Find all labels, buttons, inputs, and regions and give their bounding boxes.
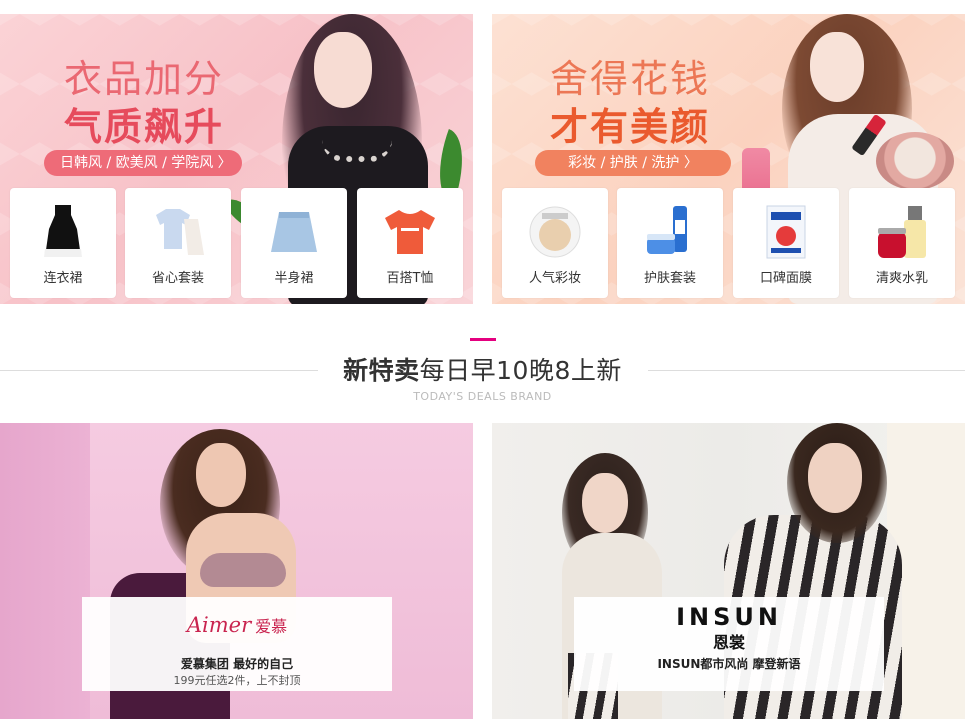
insun-logo-cn: 恩裳 bbox=[712, 633, 745, 652]
category-label: 护肤套装 bbox=[643, 271, 696, 286]
category-label: 人气彩妆 bbox=[528, 271, 581, 286]
category-label: 口碑面膜 bbox=[759, 271, 812, 286]
beauty-banner[interactable]: 舍得花钱 才有美颜 彩妆 / 护肤 / 洗护 〉 人气彩妆 护肤套装 口碑面膜 bbox=[492, 14, 965, 304]
fashion-banner[interactable]: 衣品加分 气质飙升 日韩风 / 欧美风 / 学院风 〉 连衣裙 省心套装 半身裙 bbox=[0, 14, 473, 304]
aimer-brand-card[interactable]: Aimer 爱慕 爱慕集团 最好的自己 199元任选2件，上不封顶 bbox=[82, 597, 392, 691]
category-label: 百搭T恤 bbox=[386, 271, 434, 286]
section-title: 新特卖每日早10晚8上新 bbox=[0, 351, 965, 387]
page: 衣品加分 气质飙升 日韩风 / 欧美风 / 学院风 〉 连衣裙 省心套装 半身裙 bbox=[0, 0, 965, 719]
aimer-logo-cn: 爱慕 bbox=[255, 617, 288, 636]
banner-headline: 舍得花钱 bbox=[550, 57, 711, 101]
category-card-face-mask[interactable]: 口碑面膜 bbox=[733, 188, 839, 298]
brand-promo: 199元任选2件，上不封顶 bbox=[173, 674, 301, 687]
model-face bbox=[582, 473, 628, 533]
tshirt-icon bbox=[380, 202, 440, 262]
skincare-set-icon bbox=[640, 202, 700, 262]
banner-headline-bold: 才有美颜 bbox=[550, 105, 711, 149]
brand-slogan: INSUN都市风尚 摩登新语 bbox=[657, 657, 801, 671]
aimer-logo-latin: Aimer bbox=[186, 613, 252, 637]
lotion-bottle-icon bbox=[872, 202, 932, 262]
style-links-pill[interactable]: 日韩风 / 欧美风 / 学院风 〉 bbox=[44, 150, 242, 176]
dress-icon bbox=[33, 202, 93, 262]
outfit-set-icon bbox=[148, 202, 208, 262]
compact-icon bbox=[876, 132, 954, 190]
section-title-bold: 新特卖 bbox=[343, 356, 420, 385]
banner-headline-bold: 气质飙升 bbox=[64, 105, 225, 149]
model-face bbox=[196, 443, 246, 507]
insun-logo-latin: INSUN bbox=[676, 603, 782, 631]
brand-slogan: 爱慕集团 最好的自己 bbox=[180, 657, 294, 671]
section-subtitle: TODAY'S DEALS BRAND bbox=[413, 390, 552, 403]
category-card-dress[interactable]: 连衣裙 bbox=[10, 188, 116, 298]
face-mask-icon bbox=[756, 202, 816, 262]
model-face bbox=[808, 443, 862, 513]
cushion-compact-icon bbox=[525, 202, 585, 262]
category-card-lotion[interactable]: 清爽水乳 bbox=[849, 188, 955, 298]
model-face bbox=[314, 32, 372, 108]
model-lingerie bbox=[200, 553, 286, 587]
category-card-skincare-set[interactable]: 护肤套装 bbox=[617, 188, 723, 298]
category-label: 省心套装 bbox=[151, 271, 204, 286]
banner-headline: 衣品加分 bbox=[64, 57, 225, 101]
category-card-makeup[interactable]: 人气彩妆 bbox=[502, 188, 608, 298]
category-card-tshirt[interactable]: 百搭T恤 bbox=[357, 188, 463, 298]
category-label: 连衣裙 bbox=[43, 271, 83, 286]
model-necklace bbox=[322, 140, 392, 162]
category-label: 半身裙 bbox=[274, 271, 314, 286]
aimer-logo: Aimer 爱慕 bbox=[82, 613, 392, 637]
section-accent-bar bbox=[470, 338, 496, 341]
category-label: 清爽水乳 bbox=[875, 271, 928, 286]
category-links-pill[interactable]: 彩妆 / 护肤 / 洗护 〉 bbox=[535, 150, 731, 176]
insun-brand-card[interactable]: INSUN 恩裳 INSUN都市风尚 摩登新语 bbox=[574, 597, 884, 691]
model-face bbox=[810, 32, 864, 102]
section-title-rest: 每日早10晚8上新 bbox=[419, 356, 622, 385]
category-card-skirt[interactable]: 半身裙 bbox=[241, 188, 347, 298]
category-card-outfit-set[interactable]: 省心套装 bbox=[125, 188, 231, 298]
skirt-icon bbox=[264, 202, 324, 262]
